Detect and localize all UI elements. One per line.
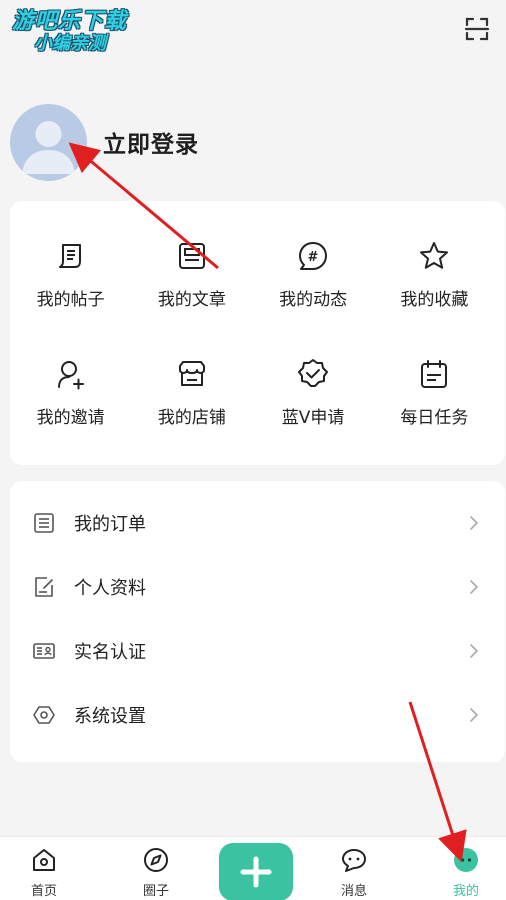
grid-item-label: 我的店铺: [157, 408, 226, 428]
tab-mine[interactable]: 我的: [426, 837, 506, 899]
grid-item-label: 我的动态: [279, 290, 348, 310]
hashtag-icon: #: [299, 242, 328, 270]
order-list-icon: [34, 513, 54, 533]
menu-item-label: 实名认证: [74, 642, 146, 663]
menu-item-label: 我的订单: [74, 514, 146, 535]
scan-button[interactable]: [464, 16, 490, 42]
profile-header[interactable]: 立即登录: [10, 102, 199, 182]
chat-icon: [342, 849, 366, 872]
grid-item-daily-task[interactable]: 每日任务: [374, 357, 495, 475]
scan-icon: [464, 17, 490, 41]
profile-face-icon: [454, 848, 478, 872]
chevron-right-icon: [470, 516, 478, 530]
verified-badge-icon: [298, 359, 329, 387]
grid-item-blue-v[interactable]: 蓝V申请: [253, 357, 374, 475]
article-icon: [178, 243, 205, 269]
avatar[interactable]: [10, 103, 87, 181]
home-icon: [33, 849, 55, 871]
grid-item-label: 我的邀请: [36, 408, 105, 428]
tab-label: 首页: [30, 884, 57, 899]
grid-item-posts[interactable]: 我的帖子: [10, 239, 131, 357]
tab-label: 我的: [452, 884, 479, 899]
grid-item-label: 我的收藏: [400, 290, 469, 310]
grid-item-invites[interactable]: 我的邀请: [10, 357, 131, 475]
grid-item-moments[interactable]: # 我的动态: [253, 239, 374, 357]
watermark-line2: 小编亲测: [34, 33, 106, 55]
watermark-logo: 游吧乐下载 小编亲测: [12, 9, 128, 55]
tab-label: 消息: [340, 884, 367, 899]
id-card-icon: [33, 643, 55, 659]
tab-label: 圈子: [142, 884, 169, 899]
settings-hexagon-icon: [33, 706, 55, 724]
grid-item-store[interactable]: 我的店铺: [131, 357, 252, 475]
grid-item-label: 每日任务: [400, 408, 469, 428]
menu-item-orders[interactable]: 我的订单: [10, 491, 505, 555]
invite-user-icon: [57, 361, 84, 390]
tab-home[interactable]: 首页: [4, 837, 84, 899]
chevron-right-icon: [470, 580, 478, 594]
chevron-right-icon: [470, 644, 478, 658]
star-icon: [420, 242, 449, 269]
default-avatar-icon: [22, 120, 75, 174]
calendar-task-icon: [421, 360, 448, 388]
compass-icon: [144, 848, 168, 872]
svg-text:#: #: [308, 250, 319, 265]
grid-item-label: 我的帖子: [36, 290, 105, 310]
settings-menu-card: 我的订单 个人资料 实名认证 系统设置: [10, 481, 505, 762]
menu-item-label: 个人资料: [74, 578, 146, 599]
publish-button[interactable]: [219, 843, 293, 900]
menu-item-settings[interactable]: 系统设置: [10, 683, 505, 747]
grid-item-favorites[interactable]: 我的收藏: [374, 239, 495, 357]
tab-messages[interactable]: 消息: [314, 837, 394, 899]
grid-item-label: 蓝V申请: [281, 408, 345, 428]
store-icon: [178, 361, 205, 386]
menu-item-profile[interactable]: 个人资料: [10, 555, 505, 619]
edit-profile-icon: [35, 577, 53, 597]
post-icon: [58, 244, 81, 268]
tab-circles[interactable]: 圈子: [116, 837, 196, 899]
feature-grid-card: 我的帖子 我的文章 # 我的动态 我的收藏 我的邀请 我的店铺 蓝V申请 每日任…: [10, 201, 505, 465]
chevron-right-icon: [470, 708, 478, 722]
grid-item-articles[interactable]: 我的文章: [131, 239, 252, 357]
menu-item-label: 系统设置: [74, 706, 146, 727]
menu-item-real-name[interactable]: 实名认证: [10, 619, 505, 683]
grid-item-label: 我的文章: [157, 290, 226, 310]
watermark-line1: 游吧乐下载: [12, 9, 128, 34]
plus-icon: [240, 856, 272, 888]
login-link[interactable]: 立即登录: [103, 125, 199, 159]
